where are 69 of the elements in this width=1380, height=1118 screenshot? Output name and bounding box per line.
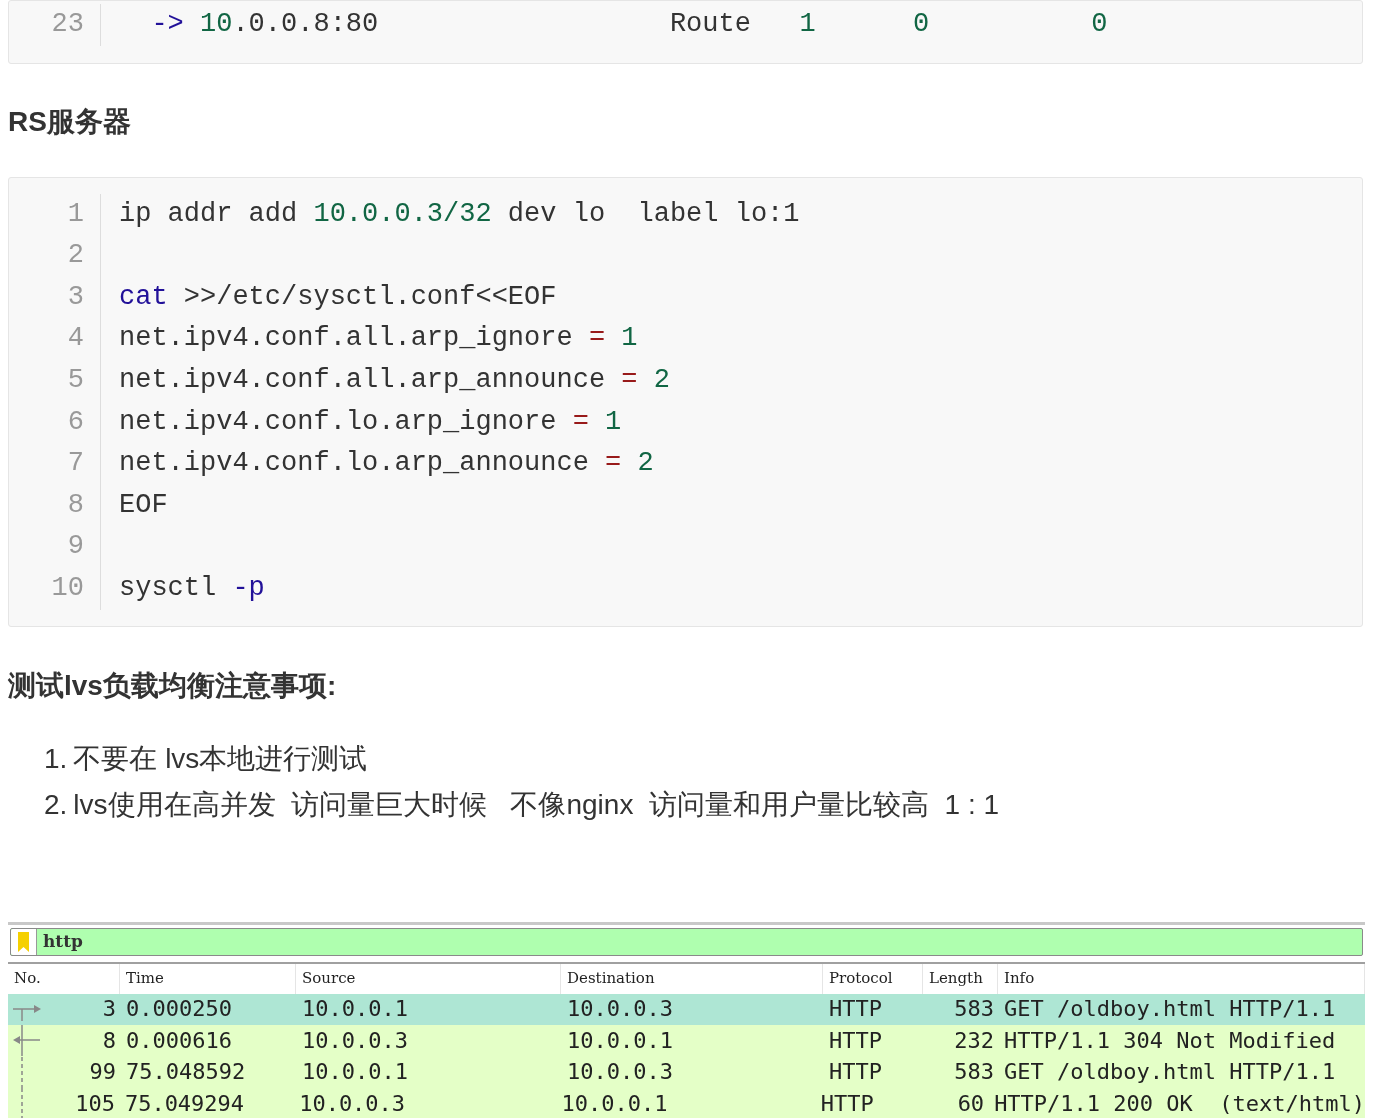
- table-cell-text: 10.0.0.1: [567, 1026, 673, 1055]
- filter-field[interactable]: http: [10, 927, 1363, 956]
- table-cell-text: 583: [954, 1058, 994, 1087]
- table-cell-text: HTTP/1.1 304 Not Modified: [1004, 1026, 1336, 1055]
- line-number: 1: [67, 197, 84, 231]
- list-number: 2.: [44, 787, 68, 822]
- response-arrow-icon: [12, 1025, 42, 1057]
- table-cell-text: HTTP/1.1 200 OK (text/html): [994, 1089, 1365, 1118]
- packet-row[interactable]: 105 75.049294 10.0.0.3 10.0.0.1 HTTP 60 HTTP/1.1 200 OK (text/html): [8, 1088, 1365, 1118]
- line-number: 2: [67, 239, 84, 273]
- line-number: 3: [67, 280, 84, 314]
- packet-row[interactable]: 3 0.000250 10.0.0.1 10.0.0.3 HTTP 583 GET /oldboy.html HTTP/1.1: [8, 993, 1365, 1026]
- bookmark-icon[interactable]: [18, 931, 29, 952]
- table-cell-text: HTTP: [820, 1089, 874, 1118]
- code-line: -> 10.0.0.8:80 Route 1 0 0: [150, 8, 1108, 41]
- table-cell-text: 583: [954, 995, 994, 1024]
- table-cell-text: 105: [75, 1089, 115, 1118]
- code-line: net.ipv4.conf.lo.arp_announce = 2: [119, 447, 654, 481]
- column-header[interactable]: Destination: [561, 963, 823, 994]
- code-line: ip addr add 10.0.0.3/32 dev lo label lo:1: [119, 197, 800, 231]
- code-line: net.ipv4.conf.all.arp_ignore = 1: [119, 322, 638, 356]
- request-arrow-icon: [13, 1004, 41, 1021]
- section-heading: 测试lvs负载均衡注意事项:: [8, 668, 338, 703]
- line-number: 5: [67, 363, 84, 397]
- list-number: 1.: [44, 741, 68, 776]
- line-number: 8: [67, 488, 84, 522]
- table-cell-text: GET /oldboy.html HTTP/1.1: [1004, 995, 1336, 1024]
- column-header[interactable]: Protocol: [823, 963, 923, 994]
- table-cell-text: 0.000250: [126, 995, 232, 1024]
- table-cell-text: 10.0.0.3: [302, 1026, 408, 1055]
- line-number: 23: [51, 8, 84, 41]
- code-line: net.ipv4.conf.lo.arp_ignore = 1: [119, 405, 622, 439]
- table-cell-text: HTTP: [829, 1026, 882, 1055]
- table-cell-text: 99: [89, 1058, 116, 1087]
- table-cell-text: 0.000616: [126, 1026, 232, 1055]
- table-cell-text: 10.0.0.1: [302, 995, 408, 1024]
- packet-row[interactable]: 8 0.000616 10.0.0.3 10.0.0.1 HTTP 232 HTTP/1.1 304 Not Modified: [8, 1025, 1365, 1057]
- column-header[interactable]: Info: [998, 963, 1365, 994]
- list-item-text: lvs使用在高并发 访问量巨大时候 不像nginx 访问量和用户量比较高 1 : 1: [73, 787, 999, 822]
- code-line: net.ipv4.conf.all.arp_announce = 2: [119, 363, 670, 397]
- section-heading: RS服务器: [8, 104, 132, 139]
- line-number: 10: [51, 571, 84, 605]
- column-header[interactable]: Time: [120, 963, 296, 994]
- table-cell-text: 10.0.0.3: [567, 1058, 673, 1087]
- table-cell-text: 75.048592: [126, 1058, 246, 1087]
- line-number: 7: [67, 447, 84, 481]
- code-line: EOF: [119, 488, 168, 522]
- table-cell-text: 10.0.0.1: [302, 1058, 408, 1087]
- table-cell-text: 10.0.0.1: [561, 1089, 668, 1118]
- table-cell-text: 3: [102, 995, 116, 1024]
- line-number: 6: [67, 405, 84, 439]
- list-item-text: 不要在 lvs本地进行测试: [73, 741, 368, 776]
- table-cell-text: 10.0.0.3: [567, 995, 673, 1024]
- table-cell-text: 10.0.0.3: [299, 1089, 406, 1118]
- column-header[interactable]: Source: [296, 963, 561, 994]
- code-line: cat >>/etc/sysctl.conf<<EOF: [119, 280, 557, 314]
- column-header[interactable]: No.: [8, 963, 120, 994]
- table-cell-text: 75.049294: [124, 1089, 245, 1118]
- column-header[interactable]: Length: [923, 963, 998, 994]
- table-cell-text: 8: [102, 1026, 116, 1055]
- packet-row[interactable]: 99 75.048592 10.0.0.1 10.0.0.3 HTTP 583 GET /oldboy.html HTTP/1.1: [8, 1056, 1365, 1089]
- code-line: sysctl -p: [119, 571, 265, 605]
- table-cell-text: 232: [954, 1026, 994, 1055]
- table-cell-text: GET /oldboy.html HTTP/1.1: [1004, 1058, 1336, 1087]
- table-cell-text: HTTP: [829, 1058, 882, 1087]
- table-cell-text: HTTP: [829, 995, 882, 1024]
- line-number: 9: [67, 530, 84, 564]
- line-number: 4: [67, 322, 84, 356]
- table-cell-text: 60: [957, 1089, 985, 1118]
